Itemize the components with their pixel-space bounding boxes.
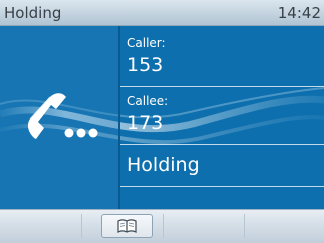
phonebook-icon bbox=[117, 219, 137, 233]
caller-number: 153 bbox=[127, 54, 164, 76]
caller-separator bbox=[120, 86, 324, 87]
softkey-divider bbox=[81, 214, 82, 238]
call-panel: Caller: 153 Callee: 173 Holding bbox=[0, 26, 324, 209]
softkey-divider bbox=[244, 214, 245, 238]
callee-number: 173 bbox=[127, 112, 164, 134]
phonebook-button[interactable] bbox=[101, 214, 153, 238]
handset-on-hold-icon bbox=[27, 93, 98, 139]
clock: 14:42 bbox=[277, 4, 321, 22]
caller-label: Caller: bbox=[127, 36, 166, 50]
title-bar: Holding 14:42 bbox=[0, 0, 324, 26]
softkey-divider bbox=[163, 214, 164, 238]
screen-title: Holding bbox=[4, 4, 62, 22]
callee-label: Callee: bbox=[127, 94, 169, 108]
softkey-bar bbox=[0, 209, 324, 243]
status-separator bbox=[120, 186, 324, 187]
callee-separator bbox=[120, 144, 324, 145]
call-status: Holding bbox=[127, 154, 200, 176]
phone-screen: Holding 14:42 Caller: 153 Callee: 173 Ho… bbox=[0, 0, 324, 243]
call-info-pane: Caller: 153 Callee: 173 Holding bbox=[120, 26, 324, 209]
